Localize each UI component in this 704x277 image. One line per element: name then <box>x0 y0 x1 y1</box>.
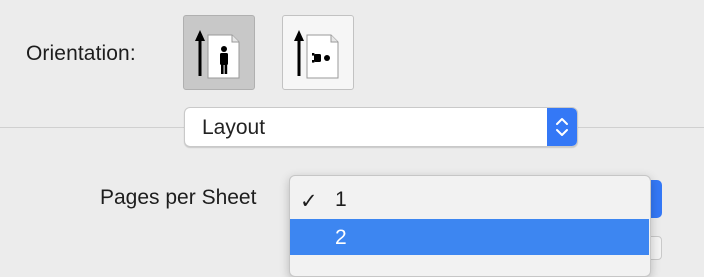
portrait-orientation-icon <box>195 30 240 79</box>
portrait-orientation-button[interactable] <box>183 15 255 90</box>
menu-item-2[interactable]: 2 <box>290 219 649 255</box>
menu-item-1[interactable]: ✓ 1 <box>290 181 649 217</box>
checkmark-icon: ✓ <box>300 190 318 213</box>
up-down-chevron-icon <box>556 118 568 136</box>
landscape-orientation-icon <box>294 30 339 79</box>
layout-popup-button[interactable]: Layout <box>184 107 578 147</box>
pages-per-sheet-menu: ✓ 1 2 <box>289 175 651 277</box>
menu-item-label: 2 <box>335 226 347 249</box>
popup-stepper <box>547 108 577 146</box>
orientation-label: Orientation: <box>26 42 136 65</box>
landscape-orientation-button[interactable] <box>282 15 354 90</box>
menu-item-label: 1 <box>335 188 347 211</box>
layout-popup-value: Layout <box>202 116 266 139</box>
pages-per-sheet-label: Pages per Sheet <box>100 186 257 209</box>
